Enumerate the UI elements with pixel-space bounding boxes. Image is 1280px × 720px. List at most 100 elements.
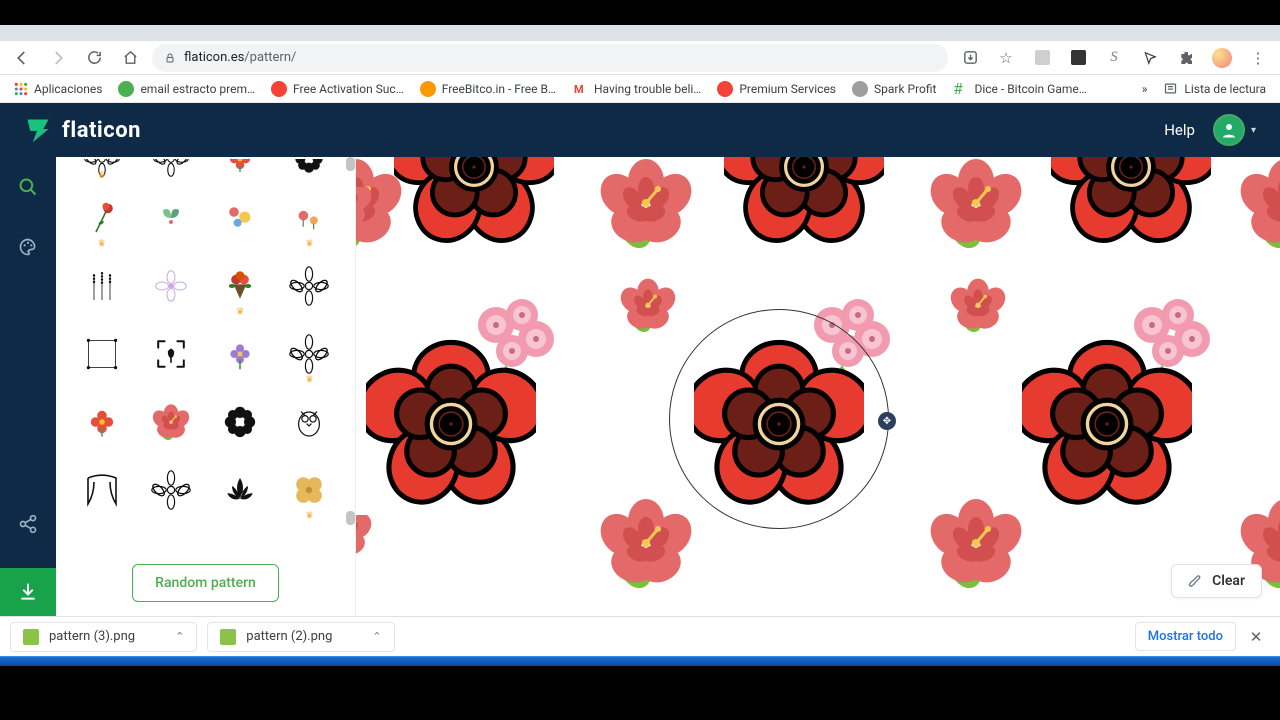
forward-button[interactable] bbox=[44, 44, 72, 72]
brush-icon bbox=[1188, 573, 1204, 589]
canvas-hibiscus[interactable] bbox=[596, 157, 696, 253]
icon-cell[interactable] bbox=[139, 395, 202, 449]
download-filename: pattern (2).png bbox=[246, 629, 332, 644]
bookmark-star-icon[interactable]: ☆ bbox=[992, 44, 1020, 72]
share-icon[interactable] bbox=[12, 508, 44, 540]
icon-cell[interactable] bbox=[278, 395, 341, 449]
sidebar-scrollbar[interactable] bbox=[346, 157, 355, 616]
extension-icon-s[interactable]: S bbox=[1100, 44, 1128, 72]
icon-cell[interactable] bbox=[70, 327, 133, 381]
download-item[interactable]: pattern (2).png ⌃ bbox=[207, 622, 394, 652]
brand-name: flaticon bbox=[62, 118, 141, 143]
app-body: ♛ ♛ ♛ ♛ ♛ bbox=[0, 157, 1280, 616]
icon-cell[interactable]: ♛ bbox=[209, 259, 272, 313]
selection-ring[interactable] bbox=[669, 309, 889, 529]
canvas-hibiscus[interactable] bbox=[596, 493, 696, 593]
canvas-cherry[interactable] bbox=[618, 275, 678, 335]
bookmark-item[interactable]: Free Activation Suc… bbox=[265, 77, 410, 101]
premium-badge-icon: ♛ bbox=[305, 511, 313, 521]
clear-button[interactable]: Clear bbox=[1171, 564, 1262, 598]
icon-cell[interactable] bbox=[139, 327, 202, 381]
bookmark-item[interactable]: Spark Profit bbox=[846, 77, 942, 101]
chevron-up-icon[interactable]: ⌃ bbox=[372, 630, 381, 643]
home-button[interactable] bbox=[116, 44, 144, 72]
url-bar[interactable]: flaticon.es/pattern/ bbox=[152, 44, 948, 72]
icon-cell[interactable] bbox=[209, 159, 272, 177]
icon-cell[interactable] bbox=[139, 191, 202, 245]
bookmark-item[interactable]: MHaving trouble beli… bbox=[566, 77, 707, 101]
canvas-poppy[interactable] bbox=[1051, 157, 1211, 247]
flaticon-logo-icon bbox=[24, 116, 52, 144]
pattern-canvas[interactable]: ✥ Clear bbox=[356, 157, 1280, 616]
reload-button[interactable] bbox=[80, 44, 108, 72]
brand[interactable]: flaticon bbox=[24, 116, 141, 144]
user-avatar-icon bbox=[1213, 114, 1245, 146]
bookmark-item[interactable]: Premium Services bbox=[711, 77, 842, 101]
icon-cell[interactable] bbox=[139, 159, 202, 177]
icon-cell[interactable] bbox=[278, 159, 341, 177]
canvas-poppy[interactable] bbox=[724, 157, 884, 247]
file-thumb-icon bbox=[220, 629, 236, 645]
bookmark-item[interactable]: email estracto prem… bbox=[112, 77, 261, 101]
install-app-icon[interactable] bbox=[956, 44, 984, 72]
canvas-poppy[interactable] bbox=[1022, 339, 1192, 509]
extension-icon-2[interactable] bbox=[1064, 44, 1092, 72]
icon-cell[interactable]: ♛ bbox=[70, 159, 133, 177]
chevron-up-icon[interactable]: ⌃ bbox=[175, 630, 184, 643]
canvas-hibiscus[interactable] bbox=[1236, 157, 1280, 253]
random-pattern-button[interactable]: Random pattern bbox=[132, 564, 279, 602]
icon-cell[interactable]: ♛ bbox=[70, 191, 133, 245]
icon-cell[interactable] bbox=[139, 463, 202, 517]
svg-text:M: M bbox=[574, 83, 584, 96]
download-filename: pattern (3).png bbox=[49, 629, 135, 644]
bookmarks-apps[interactable]: Aplicaciones bbox=[8, 78, 108, 100]
icon-cell[interactable] bbox=[70, 395, 133, 449]
search-icon[interactable] bbox=[12, 171, 44, 203]
canvas-hibiscus[interactable] bbox=[926, 157, 1026, 253]
download-button[interactable] bbox=[0, 568, 56, 616]
extensions-puzzle-icon[interactable] bbox=[1172, 44, 1200, 72]
black-letterbox-bottom bbox=[0, 656, 1280, 710]
canvas-poppy[interactable] bbox=[394, 157, 554, 247]
icon-cell[interactable]: ♛ bbox=[278, 191, 341, 245]
user-menu[interactable]: ▾ bbox=[1213, 114, 1256, 146]
browser-tabstrip bbox=[0, 25, 1280, 41]
move-handle-icon[interactable]: ✥ bbox=[878, 412, 896, 430]
reading-list[interactable]: Lista de lectura bbox=[1157, 77, 1272, 100]
canvas-hibiscus[interactable] bbox=[926, 493, 1026, 593]
icon-cell[interactable] bbox=[209, 395, 272, 449]
extension-icon-cursor[interactable] bbox=[1136, 44, 1164, 72]
icon-cell[interactable]: ♛ bbox=[278, 463, 341, 517]
canvas-hibiscus[interactable] bbox=[356, 187, 374, 231]
chevron-down-icon: ▾ bbox=[1251, 125, 1256, 136]
bookmarks-bar: Aplicaciones email estracto prem… Free A… bbox=[0, 75, 1280, 103]
icon-cell[interactable] bbox=[278, 259, 341, 313]
extension-icon-1[interactable] bbox=[1028, 44, 1056, 72]
icon-cell[interactable] bbox=[209, 327, 272, 381]
palette-icon[interactable] bbox=[12, 231, 44, 263]
chrome-menu-icon[interactable]: ⋮ bbox=[1244, 44, 1272, 72]
bookmark-item[interactable]: FreeBitco.in - Free B… bbox=[414, 77, 562, 101]
help-link[interactable]: Help bbox=[1164, 121, 1195, 139]
download-item[interactable]: pattern (3).png ⌃ bbox=[10, 622, 197, 652]
show-all-downloads[interactable]: Mostrar todo bbox=[1135, 622, 1236, 651]
icon-cell[interactable] bbox=[209, 463, 272, 517]
premium-badge-icon: ♛ bbox=[305, 375, 313, 385]
profile-avatar[interactable] bbox=[1208, 44, 1236, 72]
icon-cell[interactable] bbox=[70, 259, 133, 313]
app-header: flaticon Help ▾ bbox=[0, 103, 1280, 157]
canvas-hibiscus[interactable] bbox=[356, 515, 374, 559]
canvas-cherry[interactable] bbox=[948, 275, 1008, 335]
premium-badge-icon: ♛ bbox=[98, 171, 106, 181]
icon-cell[interactable]: ♛ bbox=[278, 327, 341, 381]
canvas-poppy[interactable] bbox=[366, 339, 536, 509]
icon-cell[interactable] bbox=[70, 463, 133, 517]
clear-label: Clear bbox=[1212, 573, 1245, 589]
icon-cell[interactable] bbox=[139, 259, 202, 313]
bookmarks-overflow[interactable]: » bbox=[1136, 78, 1154, 100]
back-button[interactable] bbox=[8, 44, 36, 72]
premium-badge-icon: ♛ bbox=[305, 239, 313, 249]
close-shelf-button[interactable]: ✕ bbox=[1242, 623, 1270, 651]
icon-cell[interactable] bbox=[209, 191, 272, 245]
bookmark-item[interactable]: #Dice - Bitcoin Game… bbox=[946, 77, 1092, 101]
